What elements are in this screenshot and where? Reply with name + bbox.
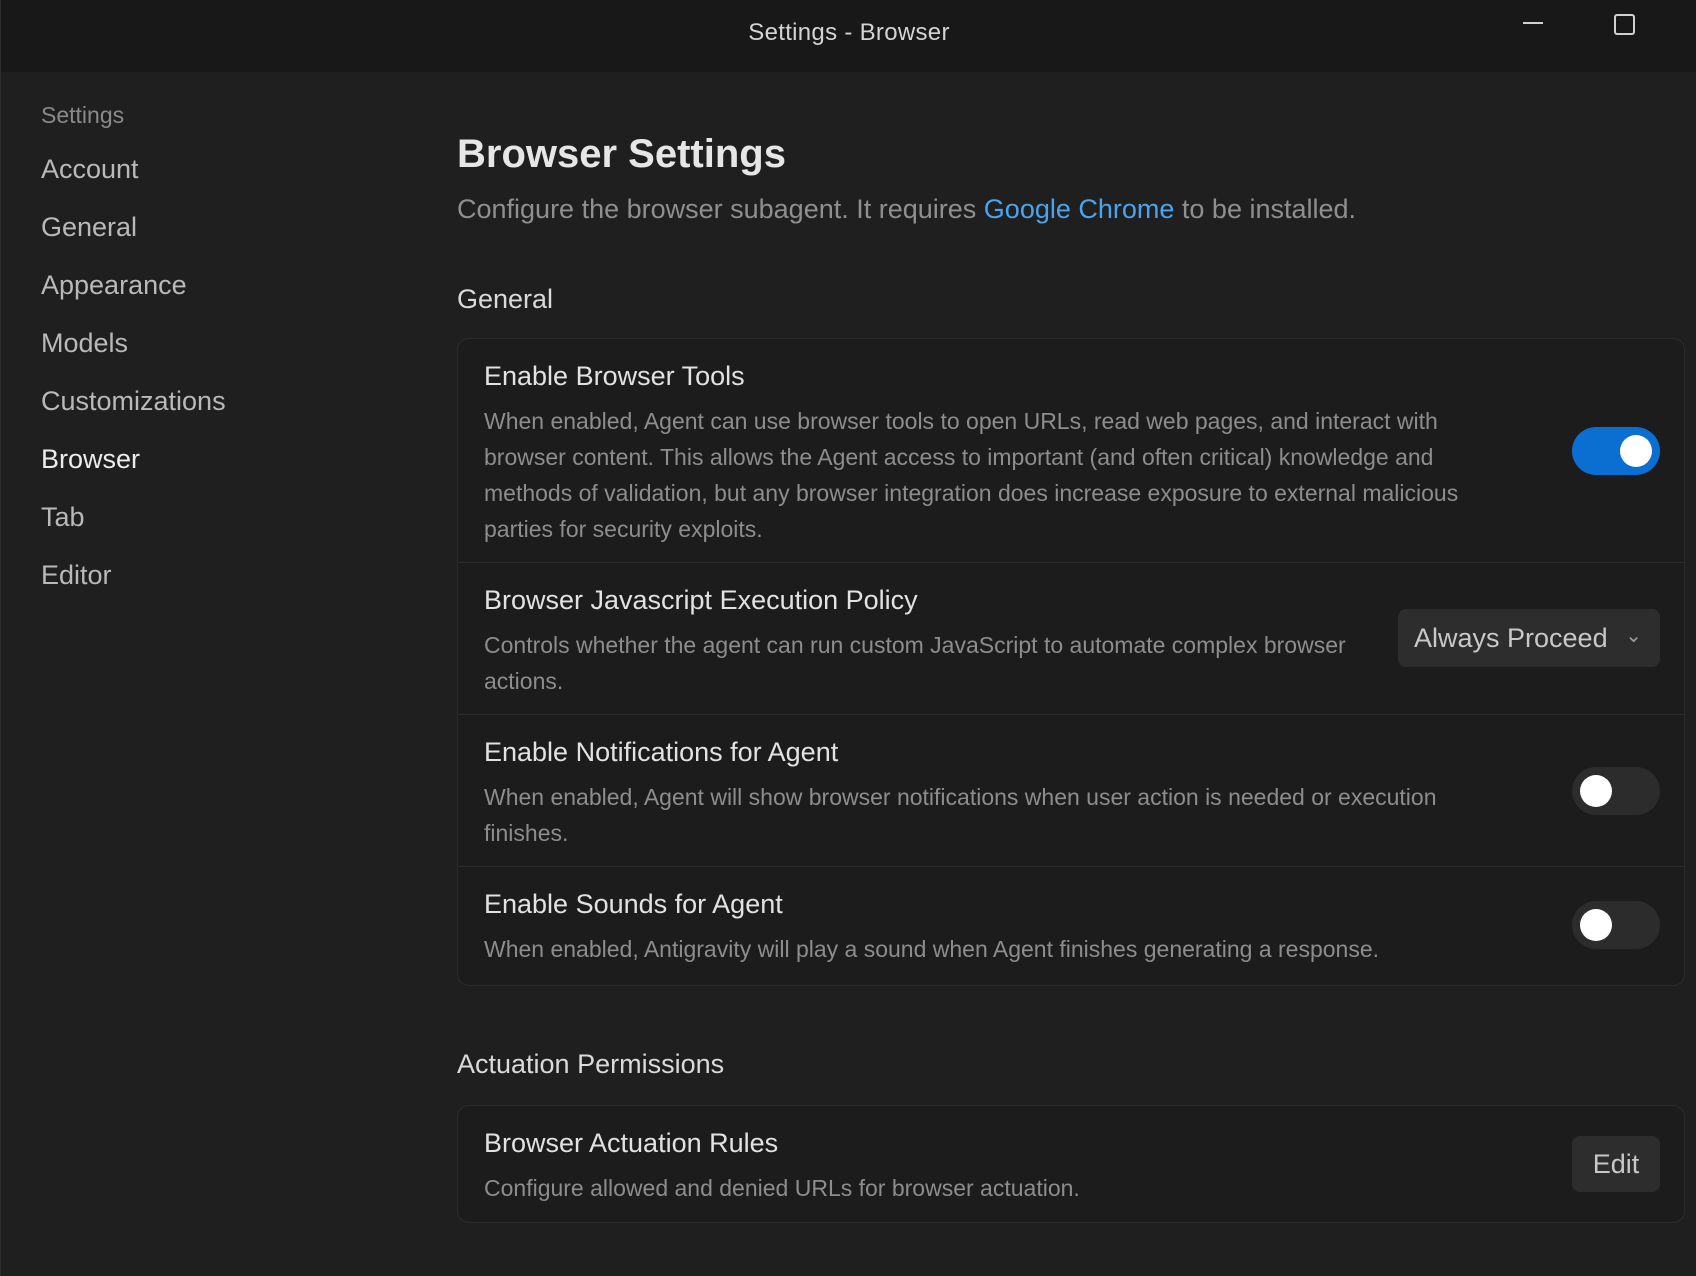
setting-description: When enabled, Antigravity will play a so… bbox=[484, 936, 1380, 962]
setting-description: When enabled, Agent can use browser tool… bbox=[484, 408, 1459, 542]
setting-row-browser-tools: Enable Browser Tools When enabled, Agent… bbox=[458, 339, 1684, 563]
google-chrome-link[interactable]: Google Chrome bbox=[984, 194, 1175, 224]
sidebar-item-account[interactable]: Account bbox=[41, 154, 139, 185]
page-title: Browser Settings bbox=[457, 132, 786, 176]
setting-title: Enable Browser Tools bbox=[484, 361, 745, 391]
general-settings-card: Enable Browser Tools When enabled, Agent… bbox=[457, 338, 1685, 986]
page-subtitle: Configure the browser subagent. It requi… bbox=[457, 194, 1356, 225]
sounds-toggle[interactable] bbox=[1572, 901, 1660, 949]
subtitle-text-after: to be installed. bbox=[1174, 194, 1357, 224]
window-title: Settings - Browser bbox=[748, 19, 950, 46]
minimize-icon[interactable] bbox=[1509, 10, 1553, 50]
setting-row-sounds: Enable Sounds for Agent When enabled, An… bbox=[458, 867, 1684, 985]
settings-content: Browser Settings Configure the browser s… bbox=[457, 72, 1696, 1276]
setting-row-js-policy: Browser Javascript Execution Policy Cont… bbox=[458, 563, 1684, 715]
sidebar-item-editor[interactable]: Editor bbox=[41, 560, 112, 591]
section-title-actuation: Actuation Permissions bbox=[457, 1049, 725, 1079]
setting-row-notifications: Enable Notifications for Agent When enab… bbox=[458, 715, 1684, 867]
sidebar-item-models[interactable]: Models bbox=[41, 328, 128, 359]
sidebar-item-browser[interactable]: Browser bbox=[41, 444, 140, 475]
js-policy-select[interactable]: Always Proceed ⌄ bbox=[1398, 609, 1660, 667]
maximize-icon[interactable] bbox=[1599, 10, 1643, 50]
sidebar-item-appearance[interactable]: Appearance bbox=[41, 270, 187, 301]
notifications-toggle[interactable] bbox=[1572, 767, 1660, 815]
subtitle-text-before: Configure the browser subagent. It requi… bbox=[457, 194, 984, 224]
sidebar-item-customizations[interactable]: Customizations bbox=[41, 386, 226, 417]
setting-title: Enable Sounds for Agent bbox=[484, 889, 783, 919]
toggle-knob bbox=[1580, 909, 1612, 941]
setting-title: Enable Notifications for Agent bbox=[484, 737, 839, 767]
setting-title: Browser Actuation Rules bbox=[484, 1128, 779, 1158]
setting-row-actuation-rules: Browser Actuation Rules Configure allowe… bbox=[458, 1106, 1684, 1222]
sidebar-heading: Settings bbox=[41, 102, 125, 128]
setting-description: When enabled, Agent will show browser no… bbox=[484, 784, 1437, 846]
chevron-down-icon: ⌄ bbox=[1625, 625, 1642, 647]
js-policy-selected-value: Always Proceed bbox=[1414, 623, 1608, 653]
setting-description: Configure allowed and denied URLs for br… bbox=[484, 1175, 1080, 1201]
section-title-general: General bbox=[457, 284, 554, 314]
title-bar[interactable]: Settings - Browser bbox=[1, 0, 1696, 72]
sidebar-item-tab[interactable]: Tab bbox=[41, 502, 85, 533]
toggle-knob bbox=[1620, 435, 1652, 467]
sidebar-item-general[interactable]: General bbox=[41, 212, 137, 243]
actuation-settings-card: Browser Actuation Rules Configure allowe… bbox=[457, 1105, 1685, 1223]
setting-title: Browser Javascript Execution Policy bbox=[484, 585, 918, 615]
browser-tools-toggle[interactable] bbox=[1572, 427, 1660, 475]
edit-actuation-rules-button[interactable]: Edit bbox=[1572, 1136, 1660, 1192]
settings-window: Settings - Browser Settings Account Gene… bbox=[0, 0, 1696, 1276]
toggle-knob bbox=[1580, 775, 1612, 807]
setting-description: Controls whether the agent can run custo… bbox=[484, 632, 1346, 694]
sidebar: Settings Account General Appearance Mode… bbox=[1, 72, 421, 1276]
